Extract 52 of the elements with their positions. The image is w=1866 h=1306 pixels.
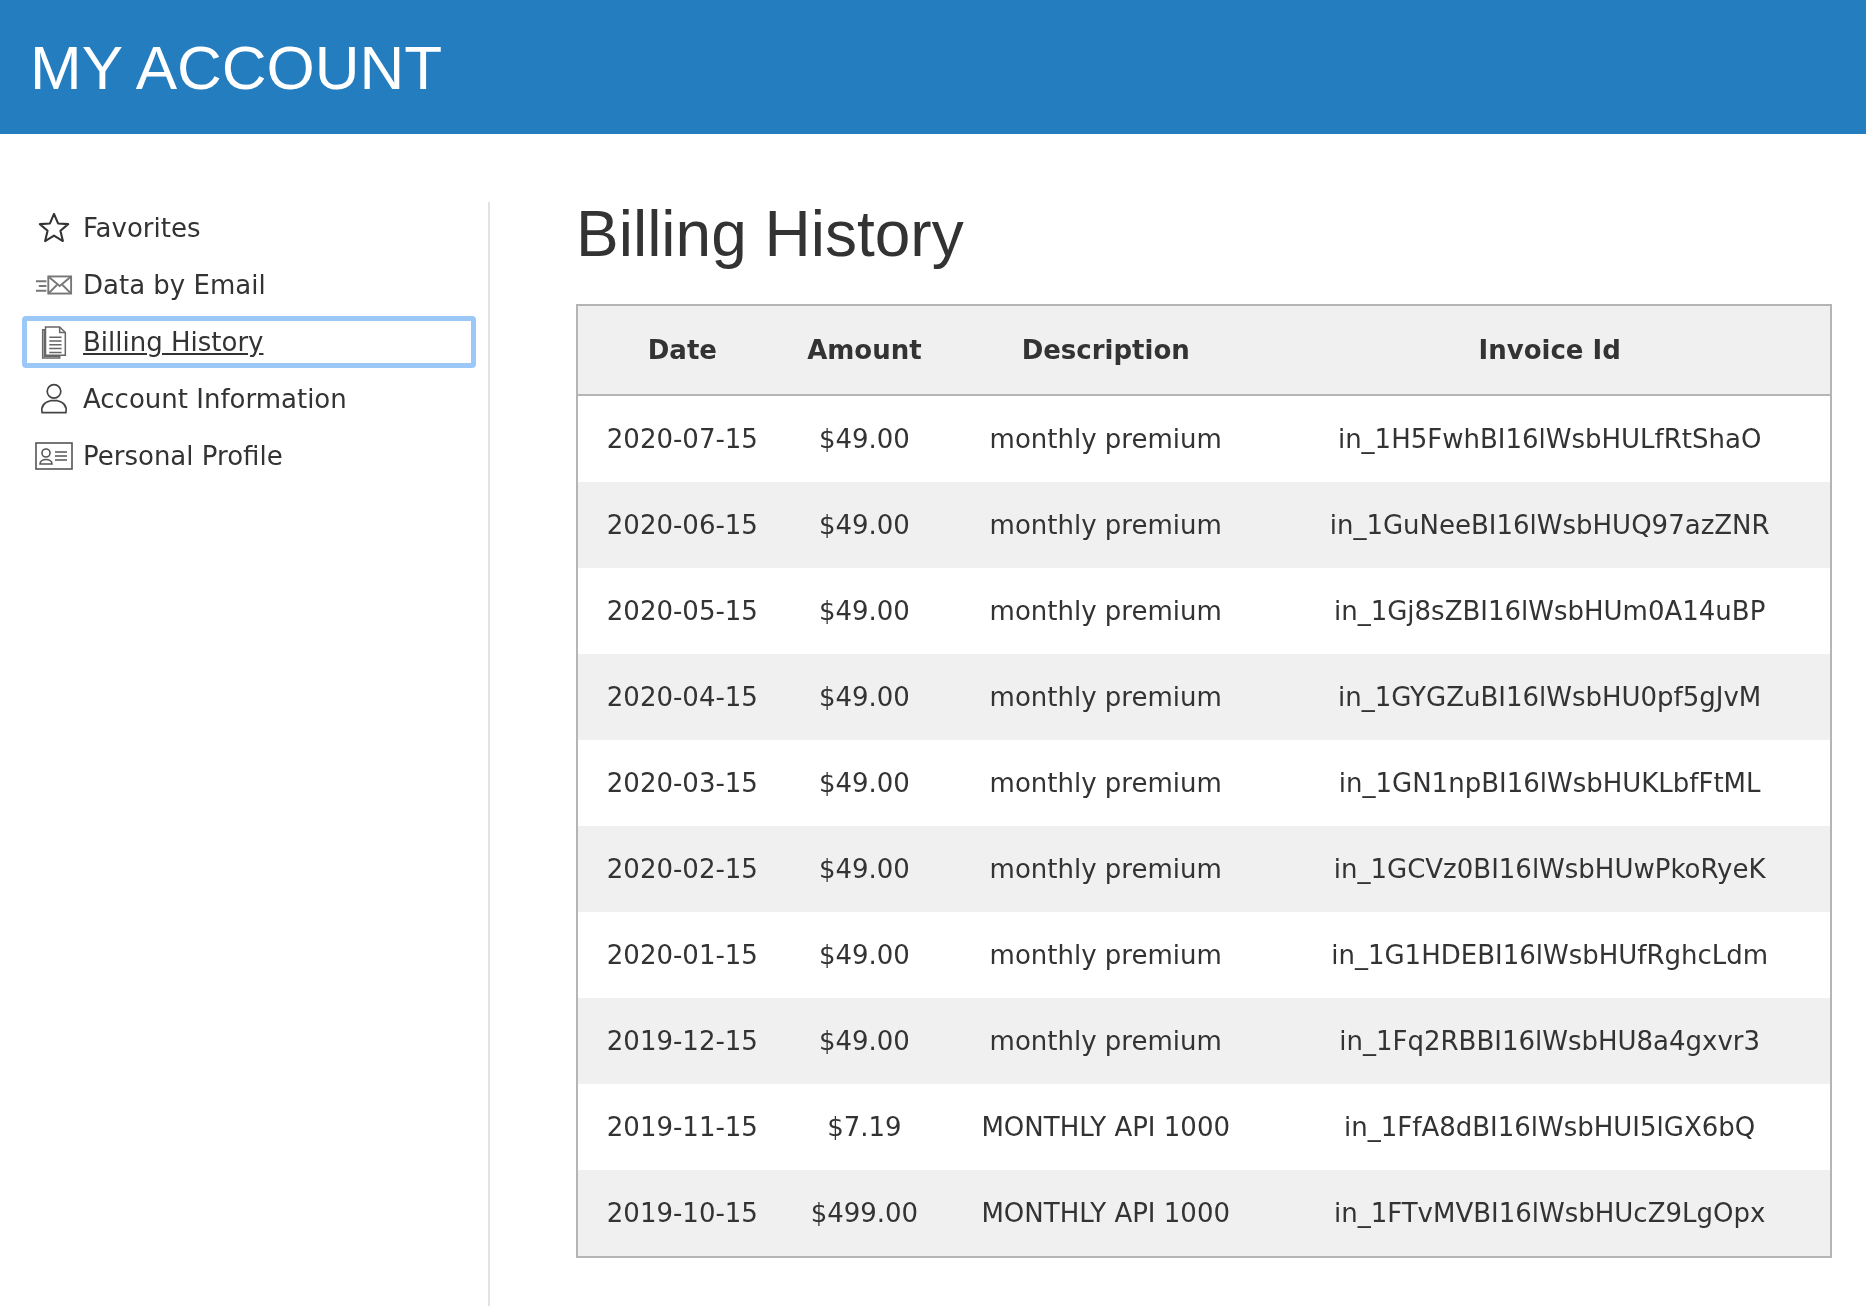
column-header: Description [942,305,1270,395]
table-cell: $49.00 [786,568,943,654]
table-cell: monthly premium [942,568,1270,654]
table-cell: 2019-12-15 [577,998,787,1084]
table-cell: MONTHLY API 1000 [942,1170,1270,1257]
table-cell: 2019-10-15 [577,1170,787,1257]
table-cell: in_1H5FwhBI16lWsbHULfRtShaO [1269,395,1831,482]
sidebar-item[interactable]: Account Information [22,373,476,425]
table-cell: 2020-02-15 [577,826,787,912]
table-cell: 2019-11-15 [577,1084,787,1170]
table-cell: in_1Fq2RBBI16lWsbHU8a4gxvr3 [1269,998,1831,1084]
table-cell: $49.00 [786,482,943,568]
table-cell: 2020-03-15 [577,740,787,826]
table-cell: in_1G1HDEBI16lWsbHUfRghcLdm [1269,912,1831,998]
section-heading: Billing History [576,197,965,272]
table-cell: monthly premium [942,826,1270,912]
table-cell: $49.00 [786,395,943,482]
table-cell: $49.00 [786,826,943,912]
table-cell: 2020-07-15 [577,395,787,482]
page-title: MY ACCOUNT [30,31,443,103]
table-cell: $7.19 [786,1084,943,1170]
sidebar-item[interactable]: Favorites [22,202,476,254]
table-cell: in_1GN1npBI16lWsbHUKLbfFtML [1269,740,1831,826]
table-cell: 2020-06-15 [577,482,787,568]
table-cell: $49.00 [786,654,943,740]
table-cell: 2020-05-15 [577,568,787,654]
sidebar-item[interactable]: Personal Profile [22,430,476,482]
table-cell: monthly premium [942,395,1270,482]
table-cell: $499.00 [786,1170,943,1257]
table-cell: in_1GuNeeBI16lWsbHUQ97azZNR [1269,482,1831,568]
table-cell: $49.00 [786,912,943,998]
table-cell: $49.00 [786,998,943,1084]
table-cell: 2020-04-15 [577,654,787,740]
table-cell: monthly premium [942,482,1270,568]
table-cell: in_1GCVz0BI16lWsbHUwPkoRyeK [1269,826,1831,912]
table-cell: monthly premium [942,912,1270,998]
table-cell: $49.00 [786,740,943,826]
table-cell: monthly premium [942,740,1270,826]
sidebar-item[interactable]: Billing History [22,316,476,368]
table-cell: 2020-01-15 [577,912,787,998]
table-cell: in_1Gj8sZBI16lWsbHUm0A14uBP [1269,568,1831,654]
table-cell: monthly premium [942,654,1270,740]
column-header: Date [577,305,787,395]
id-card-icon [35,439,73,473]
table-cell: in_1FfA8dBI16lWsbHUI5lGX6bQ [1269,1084,1831,1170]
column-header: Invoice Id [1269,305,1831,395]
table-cell: monthly premium [942,998,1270,1084]
table-cell: in_1FTvMVBI16lWsbHUcZ9LgOpx [1269,1170,1831,1257]
table-cell: in_1GYGZuBI16lWsbHU0pf5gJvM [1269,654,1831,740]
table-cell: MONTHLY API 1000 [942,1084,1270,1170]
sidebar-item[interactable]: Data by Email [22,259,476,311]
column-header: Amount [786,305,943,395]
